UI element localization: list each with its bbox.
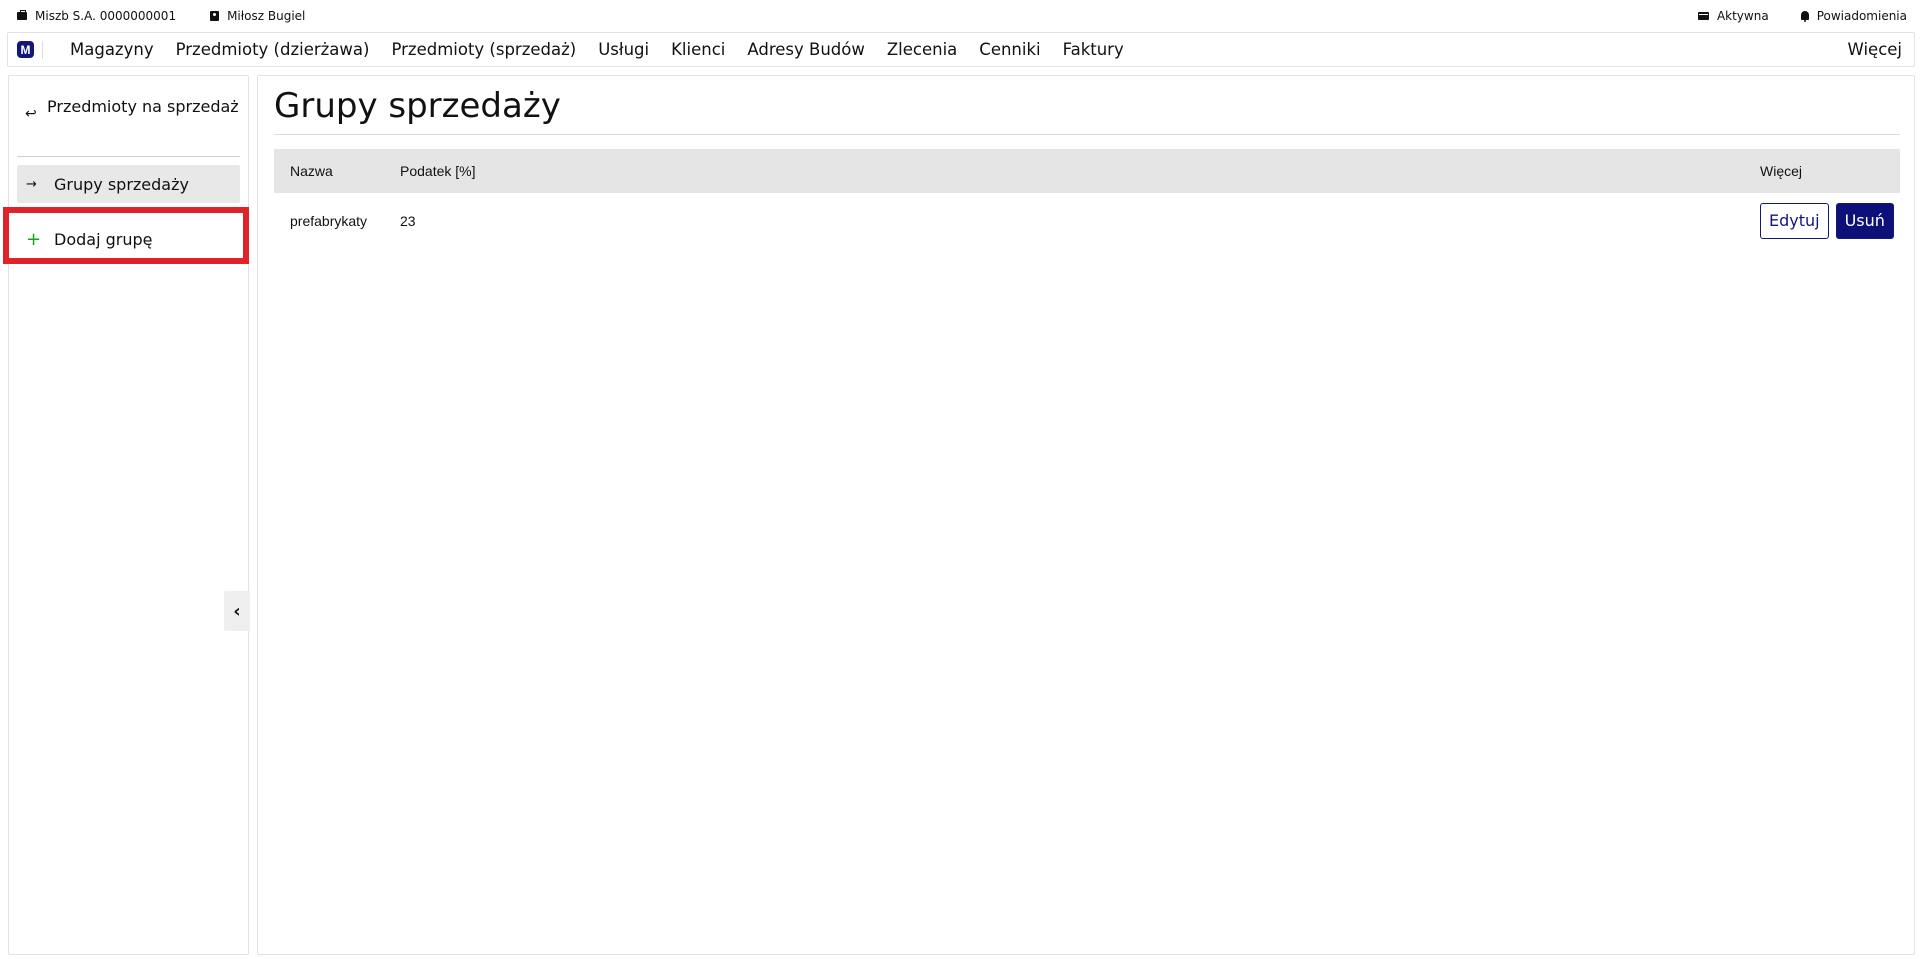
credit-card-icon <box>1697 11 1709 20</box>
user-label: Miłosz Bugiel <box>227 8 306 23</box>
nav-item-faktury[interactable]: Faktury <box>1052 40 1135 59</box>
top-info-bar: Miszb S.A. 0000000001 Miłosz Bugiel Akty… <box>0 0 1920 31</box>
sidebar-item-label: Grupy sprzedaży <box>54 174 189 194</box>
return-arrow-icon: ↩ <box>25 106 37 122</box>
nav-item-uslugi[interactable]: Usługi <box>587 40 660 59</box>
briefcase-icon <box>17 9 27 20</box>
nav-item-adresy-budow[interactable]: Adresy Budów <box>736 40 876 59</box>
company-info: Miszb S.A. 0000000001 <box>17 9 176 23</box>
main-navbar: M Magazyny Przedmioty (dzierżawa) Przedm… <box>7 32 1915 67</box>
sidebar-back-link[interactable]: ↩ Przedmioty na sprzedaż <box>19 96 239 122</box>
app-logo[interactable]: M <box>17 41 34 58</box>
cell-name: prefabrykaty <box>290 212 368 229</box>
subscription-status[interactable]: Aktywna <box>1697 8 1769 23</box>
page-title: Grupy sprzedaży <box>274 86 561 126</box>
table-header: Nazwa Podatek [%] Więcej <box>274 149 1900 193</box>
notifications-link[interactable]: Powiadomienia <box>1800 8 1907 23</box>
nav-menu: Magazyny Przedmioty (dzierżawa) Przedmio… <box>59 40 1135 59</box>
table-row: prefabrykaty 23 Edytuj Usuń <box>274 193 1900 248</box>
groups-table: Nazwa Podatek [%] Więcej prefabrykaty 23… <box>274 149 1900 248</box>
edit-button[interactable]: Edytuj <box>1760 202 1829 239</box>
nav-item-magazyny[interactable]: Magazyny <box>59 40 165 59</box>
nav-item-zlecenia[interactable]: Zlecenia <box>876 40 968 59</box>
delete-button[interactable]: Usuń <box>1835 202 1894 239</box>
nav-item-przedmioty-dzierzawa[interactable]: Przedmioty (dzierżawa) <box>165 40 381 59</box>
nav-item-przedmioty-sprzedaz[interactable]: Przedmioty (sprzedaż) <box>380 40 587 59</box>
main-content: Grupy sprzedaży Nazwa Podatek [%] Więcej… <box>257 75 1915 955</box>
title-divider <box>274 134 1900 135</box>
bell-icon <box>1800 11 1809 22</box>
nav-item-cenniki[interactable]: Cenniki <box>968 40 1051 59</box>
nav-more-menu[interactable]: Więcej <box>1848 40 1903 59</box>
sidebar-divider <box>17 156 240 157</box>
chevron-left-icon: ‹ <box>233 600 241 622</box>
notifications-label: Powiadomienia <box>1816 8 1907 23</box>
nav-item-klienci[interactable]: Klienci <box>660 40 736 59</box>
cell-actions: Edytuj Usuń <box>1760 202 1900 239</box>
company-label: Miszb S.A. 0000000001 <box>35 8 177 23</box>
logo-divider <box>42 40 43 59</box>
column-header-name: Nazwa <box>290 163 333 179</box>
column-header-more: Więcej <box>1760 163 1803 179</box>
user-badge-icon <box>210 10 220 21</box>
sidebar-item-grupy-sprzedazy[interactable]: → Grupy sprzedaży <box>17 165 240 203</box>
user-info[interactable]: Miłosz Bugiel <box>210 9 305 23</box>
highlight-box <box>3 207 249 264</box>
sidebar-back-label: Przedmioty na sprzedaż <box>47 97 239 116</box>
column-header-tax: Podatek [%] <box>400 163 476 179</box>
arrow-right-icon: → <box>26 176 37 192</box>
status-label: Aktywna <box>1716 8 1769 23</box>
sidebar-collapse-button[interactable]: ‹ <box>224 591 250 631</box>
cell-tax: 23 <box>400 212 416 229</box>
